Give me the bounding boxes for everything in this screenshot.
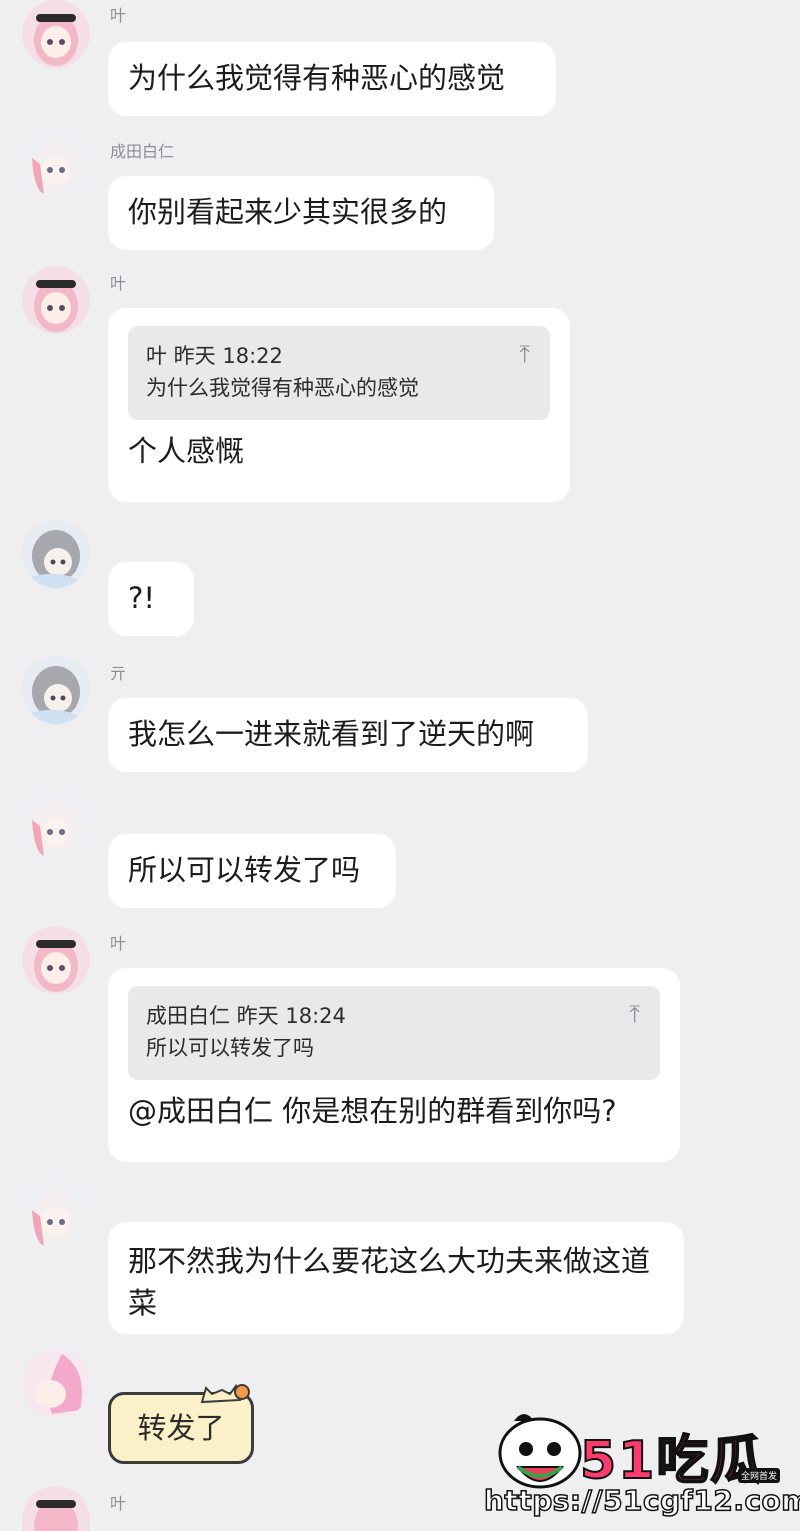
avatar-white-hair-icon bbox=[22, 790, 90, 858]
message-bubble[interactable]: 为什么我觉得有种恶心的感觉 bbox=[108, 42, 556, 116]
arrow-up-to-line-icon[interactable]: ⤒ bbox=[519, 338, 530, 370]
avatar[interactable] bbox=[22, 128, 90, 196]
message-bubble[interactable]: 那不然我为什么要花这么大功夫来做这道菜 bbox=[108, 1222, 684, 1334]
message-bubble[interactable]: 我怎么一进来就看到了逆天的啊 bbox=[108, 698, 588, 772]
sender-name: 叶 bbox=[110, 274, 127, 293]
sender-name: 叶 bbox=[110, 6, 127, 25]
message-bubble[interactable]: 叶 昨天 18:22 为什么我觉得有种恶心的感觉 ⤒ 个人感慨 bbox=[108, 308, 570, 502]
message-bubble[interactable]: ?! bbox=[108, 562, 194, 636]
message-bubble[interactable]: 你别看起来少其实很多的 bbox=[108, 176, 494, 250]
avatar[interactable] bbox=[22, 1486, 90, 1531]
sender-name: 叶 bbox=[110, 1494, 127, 1513]
avatar[interactable] bbox=[22, 0, 90, 68]
avatar[interactable] bbox=[22, 926, 90, 994]
quote-text: 为什么我觉得有种恶心的感觉 bbox=[146, 376, 419, 400]
avatar-pink-hair-icon bbox=[22, 1486, 90, 1531]
avatar[interactable] bbox=[22, 790, 90, 858]
quote-header: 成田白仁 昨天 18:24 bbox=[146, 1004, 346, 1028]
avatar-white-hair-icon bbox=[22, 1180, 90, 1248]
sender-name: 亓 bbox=[110, 664, 127, 683]
message-bubble[interactable]: 所以可以转发了吗 bbox=[108, 834, 396, 908]
watermark-url: https://51cgf12.com bbox=[483, 1483, 800, 1518]
quoted-message[interactable]: 叶 昨天 18:22 为什么我觉得有种恶心的感觉 ⤒ bbox=[128, 326, 550, 420]
avatar[interactable] bbox=[22, 266, 90, 334]
avatar-gray-hair-icon bbox=[22, 520, 90, 588]
avatar-pink-hair-icon bbox=[22, 266, 90, 334]
sender-name: 成田白仁 bbox=[110, 142, 175, 161]
cat-sticker-icon bbox=[200, 1383, 250, 1404]
quoted-message[interactable]: 成田白仁 昨天 18:24 所以可以转发了吗 ⤒ bbox=[128, 986, 660, 1080]
message-text: 个人感慨 bbox=[128, 434, 245, 468]
avatar[interactable] bbox=[22, 1180, 90, 1248]
avatar[interactable] bbox=[22, 520, 90, 588]
sender-name: 叶 bbox=[110, 934, 127, 953]
avatar-white-hair-icon bbox=[22, 128, 90, 196]
avatar[interactable] bbox=[22, 656, 90, 724]
quote-text: 所以可以转发了吗 bbox=[146, 1036, 314, 1060]
watermark-brand: 51吃瓜 bbox=[579, 1430, 765, 1492]
watermark-tag: 全网首发 bbox=[738, 1468, 781, 1483]
message-bubble[interactable]: 成田白仁 昨天 18:24 所以可以转发了吗 ⤒ @成田白仁 你是想在别的群看到… bbox=[108, 968, 680, 1162]
avatar-pink-hair-icon bbox=[22, 0, 90, 68]
avatar-pink-figure-icon bbox=[22, 1350, 90, 1418]
message-text: @成田白仁 你是想在别的群看到你吗? bbox=[128, 1094, 617, 1128]
quote-header: 叶 昨天 18:22 bbox=[146, 344, 283, 368]
avatar-gray-hair-icon bbox=[22, 656, 90, 724]
avatar-pink-hair-icon bbox=[22, 926, 90, 994]
avatar[interactable] bbox=[22, 1350, 90, 1418]
arrow-up-to-line-icon[interactable]: ⤒ bbox=[629, 998, 640, 1030]
